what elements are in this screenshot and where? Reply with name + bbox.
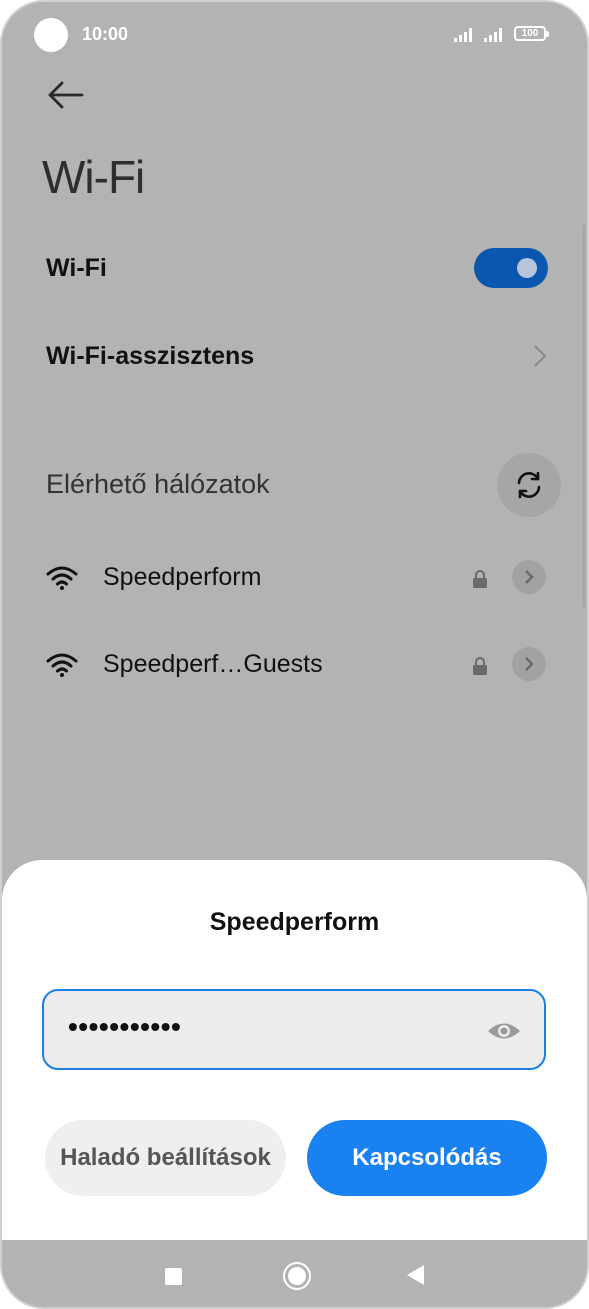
network-item-speedperf-guests[interactable]: Speedperf…Guests — [2, 642, 587, 692]
signal-icon — [484, 28, 502, 42]
lock-icon — [473, 570, 487, 588]
back-icon[interactable] — [407, 1265, 424, 1285]
camera-cutout — [34, 18, 68, 52]
signal-icon — [454, 28, 472, 42]
network-name: Speedperform — [103, 563, 262, 591]
network-name: Speedperf…Guests — [103, 650, 323, 678]
wifi-assistant-item[interactable]: Wi-Fi-asszisztens — [46, 342, 254, 371]
password-value: ••••••••••• — [68, 1011, 182, 1042]
arrow-left-icon[interactable] — [46, 78, 86, 112]
page-title: Wi-Fi — [42, 151, 145, 203]
connect-button[interactable]: Kapcsolódás — [307, 1120, 547, 1196]
chevron-right-icon — [525, 657, 534, 671]
available-networks-heading: Elérhető hálózatok — [46, 469, 270, 499]
status-bar: 10:00 100 — [2, 2, 587, 68]
dialog-title: Speedperform — [209, 908, 380, 936]
refresh-button[interactable] — [497, 453, 561, 517]
recents-icon[interactable] — [165, 1268, 182, 1285]
refresh-icon — [517, 471, 541, 499]
wifi-toggle-label: Wi-Fi — [46, 254, 107, 282]
status-time: 10:00 — [82, 24, 129, 44]
phone-screen: 10:00 100 Wi-Fi Wi-Fi Wi-Fi-asszisztens … — [0, 0, 589, 1309]
network-item-speedperform[interactable]: Speedperform — [2, 555, 587, 605]
wifi-toggle[interactable] — [474, 248, 548, 288]
chevron-right-icon — [525, 570, 534, 584]
scrollbar[interactable] — [582, 224, 586, 608]
network-details-button[interactable] — [512, 560, 546, 594]
lock-icon — [473, 657, 487, 675]
password-input[interactable]: ••••••••••• — [42, 989, 546, 1070]
chevron-right-icon — [534, 345, 547, 367]
advanced-settings-button[interactable]: Haladó beállítások — [45, 1120, 286, 1196]
battery-icon: 100 — [514, 26, 549, 41]
eye-icon[interactable] — [486, 1020, 522, 1042]
home-icon[interactable] — [283, 1262, 311, 1290]
wifi-icon — [46, 653, 78, 677]
network-details-button[interactable] — [512, 647, 546, 681]
navigation-bar — [2, 1240, 587, 1307]
toggle-knob — [517, 258, 537, 278]
wifi-icon — [46, 566, 78, 590]
